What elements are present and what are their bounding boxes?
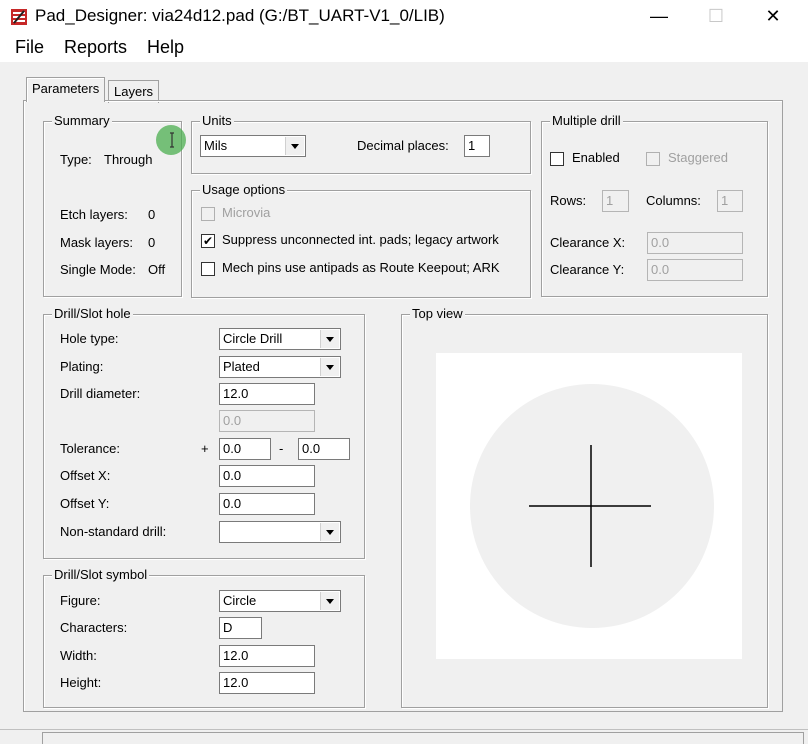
characters-input[interactable]: D — [219, 617, 262, 639]
chevron-down-icon[interactable] — [320, 523, 339, 541]
mask-layers-value: 0 — [148, 235, 156, 250]
menu-bar: File Reports Help — [0, 34, 808, 62]
summary-type-label: Type: — [60, 152, 92, 167]
offset-x-label: Offset X: — [60, 468, 111, 483]
close-button[interactable]: ✕ — [750, 0, 796, 34]
top-view-canvas — [436, 353, 742, 659]
offset-y-input[interactable]: 0.0 — [219, 493, 315, 515]
tolerance-plus-input[interactable]: 0.0 — [219, 438, 271, 460]
tolerance-minus-input[interactable]: 0.0 — [298, 438, 350, 460]
rows-input[interactable]: 1 — [602, 190, 629, 212]
tolerance-minus-sign: - — [279, 441, 284, 456]
top-view-title: Top view — [410, 306, 465, 321]
tab-parameters[interactable]: Parameters — [26, 77, 106, 102]
hole-type-value: Circle Drill — [223, 331, 283, 346]
columns-label: Columns: — [646, 193, 701, 208]
nonstandard-drill-select[interactable] — [219, 521, 341, 543]
nonstandard-drill-label: Non-standard drill: — [60, 524, 167, 539]
hole-type-select[interactable]: Circle Drill — [219, 328, 341, 350]
columns-input[interactable]: 1 — [717, 190, 743, 212]
suppress-checkbox[interactable]: ✔ — [201, 234, 215, 248]
microvia-checkbox[interactable] — [201, 207, 215, 221]
mech-pins-label: Mech pins use antipads as Route Keepout;… — [222, 260, 500, 275]
chevron-down-icon[interactable] — [320, 358, 339, 376]
summary-type-value: Through — [104, 152, 153, 167]
menu-reports[interactable]: Reports — [64, 37, 127, 58]
chevron-down-icon[interactable] — [320, 592, 339, 610]
drill-diameter-secondary-input[interactable]: 0.0 — [219, 410, 315, 432]
chevron-down-icon[interactable] — [320, 330, 339, 348]
tolerance-plus-sign: + — [201, 441, 209, 456]
chevron-down-icon[interactable] — [285, 137, 304, 155]
etch-layers-value: 0 — [148, 207, 156, 222]
microvia-label: Microvia — [222, 205, 271, 220]
height-label: Height: — [60, 675, 102, 690]
rows-label: Rows: — [550, 193, 587, 208]
characters-label: Characters: — [60, 620, 128, 635]
mask-layers-label: Mask layers: — [60, 235, 133, 250]
units-select[interactable]: Mils — [200, 135, 306, 157]
offset-x-input[interactable]: 0.0 — [219, 465, 315, 487]
decimal-places-input[interactable]: 1 — [464, 135, 490, 157]
status-bar — [0, 729, 808, 744]
offset-y-label: Offset Y: — [60, 496, 110, 511]
width-input[interactable]: 12.0 — [219, 645, 315, 667]
summary-title: Summary — [52, 113, 112, 128]
etch-layers-label: Etch layers: — [60, 207, 128, 222]
plating-label: Plating: — [60, 359, 104, 374]
app-icon — [11, 9, 27, 25]
tolerance-label: Tolerance: — [60, 441, 120, 456]
width-label: Width: — [60, 648, 97, 663]
menu-help[interactable]: Help — [147, 37, 184, 58]
plating-value: Plated — [223, 359, 260, 374]
hole-type-label: Hole type: — [60, 331, 119, 346]
units-title: Units — [200, 113, 234, 128]
drill-symbol-title: Drill/Slot symbol — [52, 567, 150, 582]
staggered-checkbox[interactable] — [646, 152, 660, 166]
drill-diameter-label: Drill diameter: — [60, 386, 141, 401]
clearance-y-input[interactable]: 0.0 — [647, 259, 743, 281]
minimize-button[interactable]: — — [636, 0, 682, 34]
staggered-label: Staggered — [668, 150, 728, 165]
cursor-highlight-icon — [156, 125, 186, 155]
usage-options-title: Usage options — [200, 182, 288, 197]
clearance-y-label: Clearance Y: — [550, 262, 625, 277]
multiple-drill-title: Multiple drill — [550, 113, 623, 128]
status-cell — [42, 732, 804, 744]
pad-preview — [470, 384, 714, 628]
single-mode-value: Off — [148, 262, 166, 277]
decimal-places-label: Decimal places: — [357, 138, 449, 153]
units-select-value: Mils — [204, 138, 228, 153]
clearance-x-label: Clearance X: — [550, 235, 626, 250]
window-title: Pad_Designer: via24d12.pad (G:/BT_UART-V… — [35, 6, 445, 25]
title-bar: Pad_Designer: via24d12.pad (G:/BT_UART-V… — [0, 0, 808, 34]
drill-hole-title: Drill/Slot hole — [52, 306, 133, 321]
maximize-button[interactable]: ☐ — [693, 0, 739, 34]
figure-select[interactable]: Circle — [219, 590, 341, 612]
plating-select[interactable]: Plated — [219, 356, 341, 378]
height-input[interactable]: 12.0 — [219, 672, 315, 694]
menu-file[interactable]: File — [15, 37, 44, 58]
single-mode-label: Single Mode: — [60, 262, 136, 277]
figure-label: Figure: — [60, 593, 101, 608]
figure-value: Circle — [223, 593, 257, 608]
enabled-checkbox[interactable] — [550, 152, 564, 166]
suppress-label: Suppress unconnected int. pads; legacy a… — [222, 232, 499, 247]
drill-diameter-input[interactable]: 12.0 — [219, 383, 315, 405]
clearance-x-input[interactable]: 0.0 — [647, 232, 743, 254]
mech-pins-checkbox[interactable] — [201, 262, 215, 276]
enabled-label: Enabled — [572, 150, 620, 165]
